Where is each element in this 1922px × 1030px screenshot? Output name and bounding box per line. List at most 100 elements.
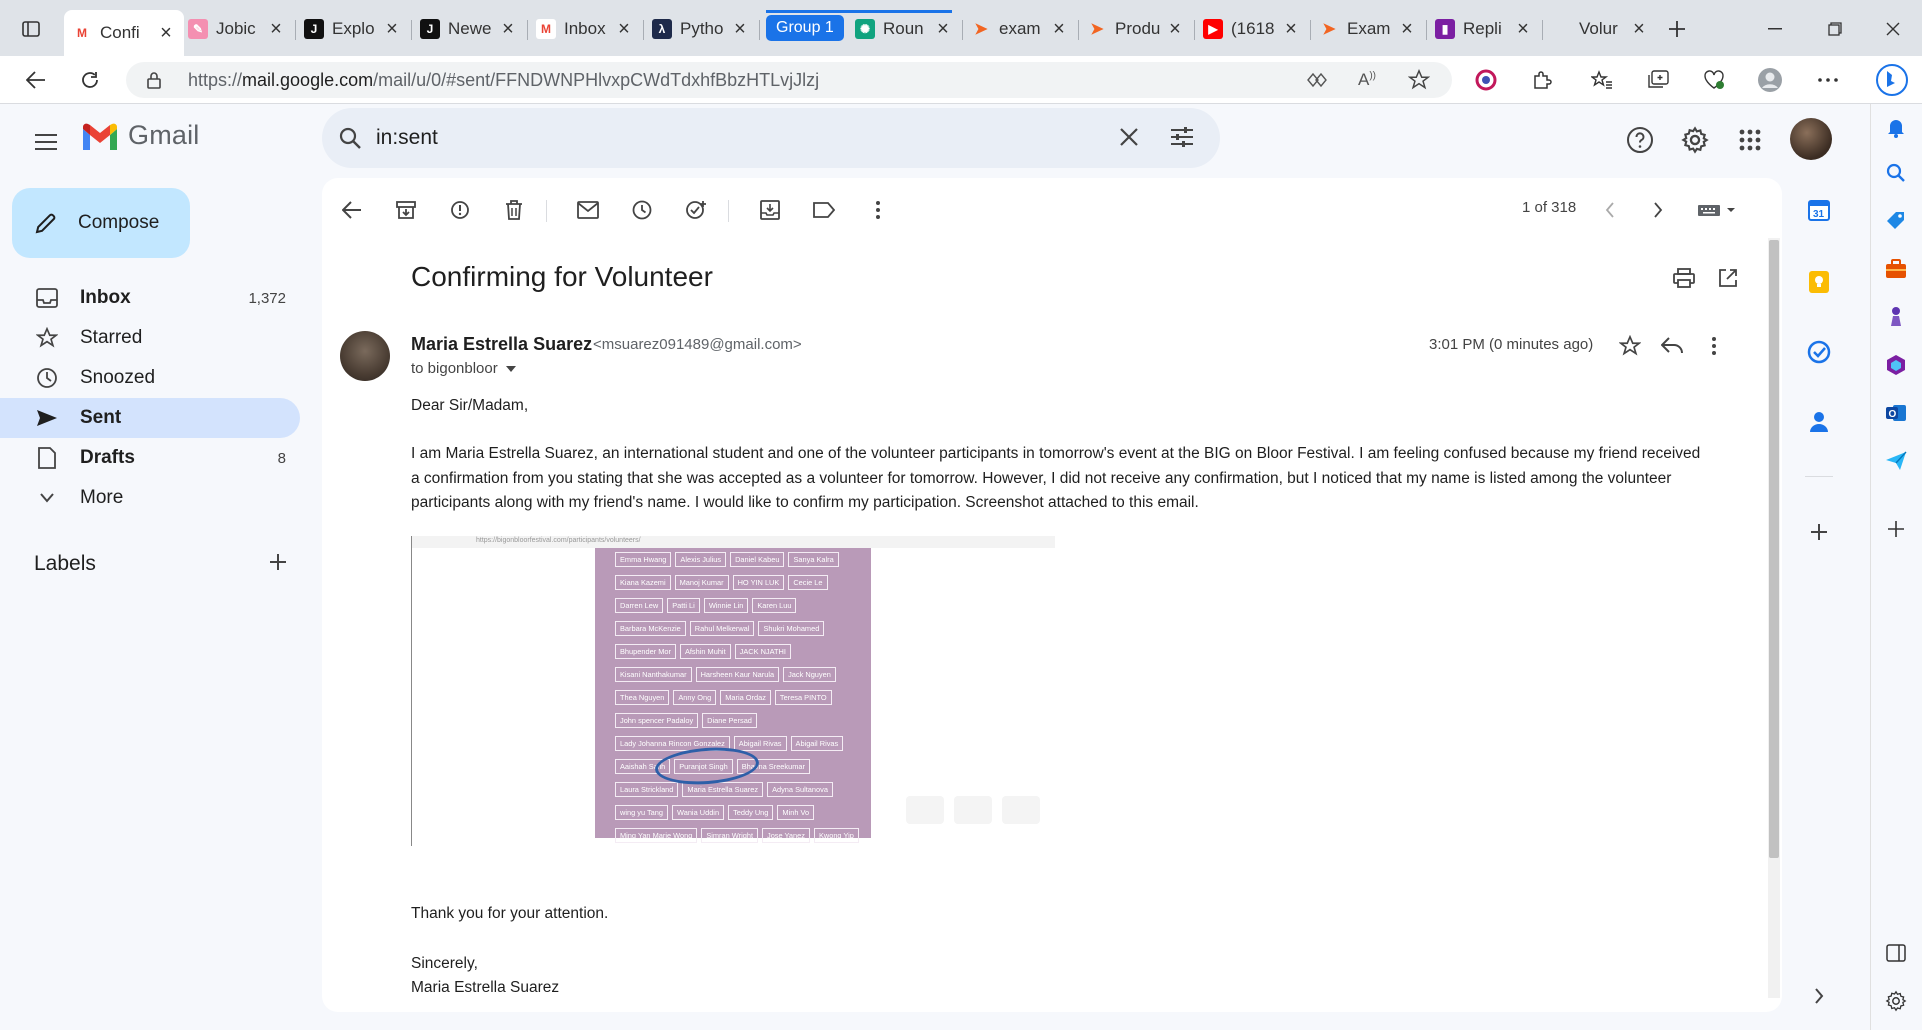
- outlook-icon[interactable]: O: [1881, 398, 1911, 428]
- search-bar[interactable]: in:sent: [322, 108, 1220, 168]
- close-tab-icon[interactable]: ×: [1165, 18, 1185, 41]
- sidebar-layout-icon[interactable]: [1881, 938, 1911, 968]
- close-tab-icon[interactable]: ×: [382, 18, 402, 41]
- close-window-button[interactable]: [1878, 14, 1908, 44]
- settings-gear-icon[interactable]: [1675, 120, 1715, 160]
- microsoft-365-icon[interactable]: [1881, 350, 1911, 380]
- tasks-icon[interactable]: [1803, 336, 1835, 368]
- tools-briefcase-icon[interactable]: [1881, 254, 1911, 284]
- sender-avatar[interactable]: [340, 331, 390, 381]
- tab-actions-icon[interactable]: [16, 14, 46, 44]
- get-add-ons-icon[interactable]: [1803, 516, 1835, 548]
- close-tab-icon[interactable]: ×: [266, 18, 286, 41]
- favorites-list-icon[interactable]: [1584, 62, 1620, 98]
- google-apps-grid-icon[interactable]: [1730, 120, 1770, 160]
- browser-tab[interactable]: ➤ Produ ×: [1079, 12, 1193, 46]
- gmail-logo[interactable]: Gmail: [80, 120, 200, 151]
- back-arrow-icon[interactable]: [18, 62, 54, 98]
- sender-name[interactable]: Maria Estrella Suarez: [411, 334, 592, 355]
- search-icon[interactable]: [1881, 158, 1911, 188]
- support-help-icon[interactable]: [1620, 120, 1660, 160]
- nav-item-drafts[interactable]: Drafts 8: [0, 438, 300, 478]
- snooze-clock-icon[interactable]: [624, 192, 660, 228]
- keep-notes-icon[interactable]: [1803, 266, 1835, 298]
- nav-item-inbox[interactable]: Inbox 1,372: [0, 278, 300, 318]
- input-tools-keyboard-icon[interactable]: [1692, 192, 1742, 228]
- main-menu-icon[interactable]: [26, 122, 66, 162]
- reply-icon[interactable]: [1654, 328, 1690, 364]
- scrollbar-thumb[interactable]: [1769, 240, 1779, 858]
- copilot-icon[interactable]: [1872, 60, 1912, 100]
- favorite-star-icon[interactable]: [1408, 69, 1430, 91]
- browser-tab[interactable]: ✺ Roun ×: [847, 12, 961, 46]
- mark-unread-icon[interactable]: [570, 192, 606, 228]
- read-aloud-icon[interactable]: A)): [1358, 70, 1376, 90]
- lock-icon[interactable]: [146, 71, 162, 89]
- reading-mode-icon[interactable]: [1306, 70, 1328, 90]
- profile-icon[interactable]: [1752, 62, 1788, 98]
- extensions-puzzle-icon[interactable]: [1524, 62, 1560, 98]
- attached-screenshot-image[interactable]: https://bigonbloorfestival.com/participa…: [411, 536, 1055, 846]
- restore-button[interactable]: [1820, 14, 1850, 44]
- label-tag-icon[interactable]: [806, 192, 842, 228]
- compose-button[interactable]: Compose: [12, 188, 190, 258]
- add-to-tasks-icon[interactable]: [678, 192, 714, 228]
- browser-tab[interactable]: ▮ Repli ×: [1427, 12, 1541, 46]
- close-tab-icon[interactable]: ×: [1281, 18, 1301, 41]
- search-input[interactable]: in:sent: [376, 126, 438, 150]
- games-chess-icon[interactable]: [1881, 302, 1911, 332]
- older-chevron-right-icon[interactable]: [1640, 192, 1676, 228]
- new-tab-button[interactable]: [1662, 14, 1692, 44]
- minimize-button[interactable]: [1760, 14, 1790, 44]
- browser-tab[interactable]: Volur ×: [1543, 12, 1657, 46]
- nav-item-sent[interactable]: Sent: [0, 398, 300, 438]
- more-actions-icon[interactable]: [860, 192, 896, 228]
- browser-tab[interactable]: J Explo ×: [296, 12, 410, 46]
- nav-item-more[interactable]: More: [0, 478, 300, 518]
- close-tab-icon[interactable]: ×: [614, 18, 634, 41]
- browser-tab[interactable]: ✎ Jobic ×: [180, 12, 294, 46]
- browser-tab[interactable]: ➤ exam ×: [963, 12, 1077, 46]
- archive-icon[interactable]: [388, 192, 424, 228]
- nav-item-starred[interactable]: Starred: [0, 318, 300, 358]
- message-more-icon[interactable]: [1696, 328, 1732, 364]
- details-caret-icon[interactable]: [505, 365, 516, 372]
- report-spam-icon[interactable]: [442, 192, 478, 228]
- account-avatar[interactable]: [1790, 118, 1832, 160]
- hide-side-panel-icon[interactable]: [1803, 980, 1835, 1012]
- address-bar[interactable]: https://mail.google.com/mail/u/0/#sent/F…: [126, 62, 1452, 98]
- shopping-tag-icon[interactable]: [1881, 206, 1911, 236]
- close-tab-icon[interactable]: ×: [1629, 18, 1649, 41]
- close-tab-icon[interactable]: ×: [498, 18, 518, 41]
- search-icon[interactable]: [338, 126, 362, 150]
- close-tab-icon[interactable]: ×: [1049, 18, 1069, 41]
- browser-tab[interactable]: M Confi ×: [64, 10, 184, 56]
- close-tab-icon[interactable]: ×: [730, 18, 750, 41]
- add-sidebar-app-icon[interactable]: [1881, 514, 1911, 544]
- reload-icon[interactable]: [72, 62, 108, 98]
- add-label-icon[interactable]: [268, 552, 288, 572]
- tab-group-chip[interactable]: Group 1: [766, 15, 844, 41]
- clear-search-icon[interactable]: [1118, 126, 1140, 148]
- move-to-icon[interactable]: [752, 192, 788, 228]
- browser-tab[interactable]: J Newe ×: [412, 12, 526, 46]
- collections-icon[interactable]: [1640, 62, 1676, 98]
- newer-chevron-left-icon[interactable]: [1592, 192, 1628, 228]
- delete-trash-icon[interactable]: [496, 192, 532, 228]
- search-options-icon[interactable]: [1170, 126, 1194, 148]
- settings-more-icon[interactable]: [1810, 62, 1846, 98]
- close-tab-icon[interactable]: ×: [1513, 18, 1533, 41]
- browser-tab[interactable]: ▶ (1618 ×: [1195, 12, 1309, 46]
- close-tab-icon[interactable]: ×: [933, 18, 953, 41]
- star-message-icon[interactable]: [1612, 328, 1648, 364]
- close-tab-icon[interactable]: ×: [1397, 18, 1417, 41]
- browser-essentials-icon[interactable]: [1696, 62, 1732, 98]
- sidebar-settings-gear-icon[interactable]: [1881, 986, 1911, 1016]
- back-to-list-icon[interactable]: [334, 192, 370, 228]
- recipient-line[interactable]: to bigonbloor: [411, 360, 516, 377]
- nav-item-snoozed[interactable]: Snoozed: [0, 358, 300, 398]
- calendar-icon[interactable]: 31: [1803, 194, 1835, 226]
- close-tab-icon[interactable]: ×: [156, 22, 176, 45]
- open-new-window-icon[interactable]: [1710, 260, 1746, 296]
- contacts-icon[interactable]: [1803, 406, 1835, 438]
